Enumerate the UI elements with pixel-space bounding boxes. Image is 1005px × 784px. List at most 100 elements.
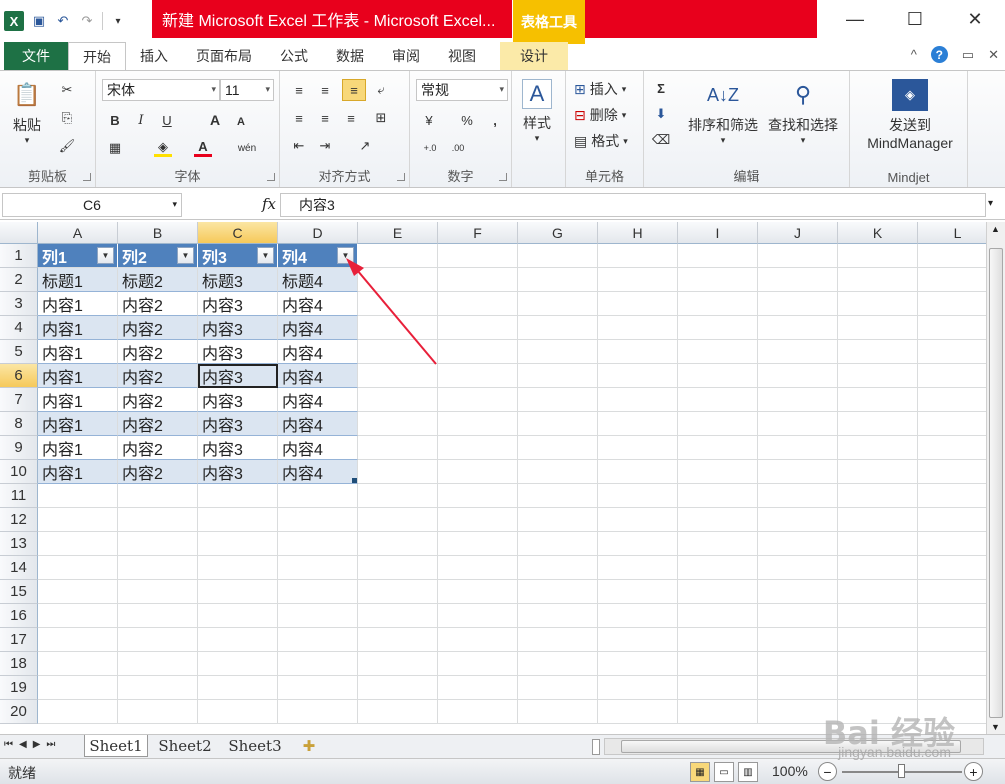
cell-j19[interactable]	[758, 676, 838, 700]
vertical-scroll-thumb[interactable]	[989, 248, 1003, 718]
cell-k4[interactable]	[838, 316, 918, 340]
cell-e19[interactable]	[358, 676, 438, 700]
underline-icon[interactable]: U	[158, 111, 176, 129]
cell-k7[interactable]	[838, 388, 918, 412]
align-left-icon[interactable]: ≡	[290, 109, 308, 127]
cell-j6[interactable]	[758, 364, 838, 388]
cell-d20[interactable]	[278, 700, 358, 724]
row-header-1[interactable]: 1	[0, 244, 38, 268]
column-header-k[interactable]: K	[838, 222, 918, 244]
cell-d12[interactable]	[278, 508, 358, 532]
tab-insert[interactable]: 插入	[126, 42, 182, 70]
cell-l14[interactable]	[918, 556, 986, 580]
cell-h10[interactable]	[598, 460, 678, 484]
cell-i7[interactable]	[678, 388, 758, 412]
cell-g6[interactable]	[518, 364, 598, 388]
cell-f5[interactable]	[438, 340, 518, 364]
format-cells-button[interactable]: ▤ 格式 ▾	[574, 131, 628, 151]
cell-i9[interactable]	[678, 436, 758, 460]
cell-b10[interactable]: 内容2	[118, 460, 198, 484]
cell-l9[interactable]	[918, 436, 986, 460]
cell-c16[interactable]	[198, 604, 278, 628]
cell-d11[interactable]	[278, 484, 358, 508]
autosum-icon[interactable]: Σ	[652, 79, 670, 97]
cell-h11[interactable]	[598, 484, 678, 508]
cell-c7[interactable]: 内容3	[198, 388, 278, 412]
row-header-12[interactable]: 12	[0, 508, 38, 532]
cell-f15[interactable]	[438, 580, 518, 604]
cell-i17[interactable]	[678, 628, 758, 652]
row-header-13[interactable]: 13	[0, 532, 38, 556]
cell-d16[interactable]	[278, 604, 358, 628]
cell-c11[interactable]	[198, 484, 278, 508]
normal-view-icon[interactable]: ▦	[690, 762, 710, 782]
cell-c14[interactable]	[198, 556, 278, 580]
cell-j14[interactable]	[758, 556, 838, 580]
cell-c10[interactable]: 内容3	[198, 460, 278, 484]
cell-j3[interactable]	[758, 292, 838, 316]
scroll-down-icon[interactable]: ▼	[991, 722, 1000, 732]
column-header-e[interactable]: E	[358, 222, 438, 244]
font-launcher-icon[interactable]	[267, 173, 275, 181]
restore-window-icon[interactable]: ▭	[962, 47, 974, 63]
cell-f13[interactable]	[438, 532, 518, 556]
close-icon[interactable]: ✕	[945, 0, 1005, 38]
cell-l19[interactable]	[918, 676, 986, 700]
cell-k2[interactable]	[838, 268, 918, 292]
column-header-a[interactable]: A	[38, 222, 118, 244]
phonetic-icon[interactable]: wén	[238, 139, 256, 157]
row-header-11[interactable]: 11	[0, 484, 38, 508]
row-header-10[interactable]: 10	[0, 460, 38, 484]
row-header-3[interactable]: 3	[0, 292, 38, 316]
cell-i14[interactable]	[678, 556, 758, 580]
cell-g20[interactable]	[518, 700, 598, 724]
cell-j15[interactable]	[758, 580, 838, 604]
cell-e12[interactable]	[358, 508, 438, 532]
cell-d3[interactable]: 内容4	[278, 292, 358, 316]
cell-a11[interactable]	[38, 484, 118, 508]
filter-dropdown-icon[interactable]: ▼	[257, 247, 274, 264]
cell-g12[interactable]	[518, 508, 598, 532]
cell-d9[interactable]: 内容4	[278, 436, 358, 460]
find-select-button[interactable]: ⚲ 查找和选择 ▾	[768, 79, 838, 146]
cell-i8[interactable]	[678, 412, 758, 436]
cell-h1[interactable]	[598, 244, 678, 268]
row-header-16[interactable]: 16	[0, 604, 38, 628]
column-header-c[interactable]: C	[198, 222, 278, 244]
cell-f7[interactable]	[438, 388, 518, 412]
cell-i12[interactable]	[678, 508, 758, 532]
cell-l1[interactable]	[918, 244, 986, 268]
row-header-19[interactable]: 19	[0, 676, 38, 700]
cell-a16[interactable]	[38, 604, 118, 628]
cell-b16[interactable]	[118, 604, 198, 628]
cell-j10[interactable]	[758, 460, 838, 484]
cell-k18[interactable]	[838, 652, 918, 676]
font-color-icon[interactable]: A	[194, 139, 212, 157]
cell-i13[interactable]	[678, 532, 758, 556]
cell-j11[interactable]	[758, 484, 838, 508]
fill-color-icon[interactable]: ◈	[154, 139, 172, 157]
cell-g3[interactable]	[518, 292, 598, 316]
cell-f14[interactable]	[438, 556, 518, 580]
customize-qat-icon[interactable]: ▾	[109, 12, 127, 30]
prev-sheet-icon[interactable]: ◀	[19, 739, 27, 750]
cell-i6[interactable]	[678, 364, 758, 388]
cell-f16[interactable]	[438, 604, 518, 628]
cell-g1[interactable]	[518, 244, 598, 268]
cell-d1[interactable]: 列4 ▼	[278, 244, 358, 268]
cell-b2[interactable]: 标题2	[118, 268, 198, 292]
percent-icon[interactable]: %	[458, 111, 476, 129]
cell-a4[interactable]: 内容1	[38, 316, 118, 340]
cell-f19[interactable]	[438, 676, 518, 700]
row-header-7[interactable]: 7	[0, 388, 38, 412]
cell-d5[interactable]: 内容4	[278, 340, 358, 364]
cell-c12[interactable]	[198, 508, 278, 532]
font-name-combo[interactable]: 宋体 ▾	[102, 79, 220, 101]
cell-e1[interactable]	[358, 244, 438, 268]
cell-c18[interactable]	[198, 652, 278, 676]
cell-l3[interactable]	[918, 292, 986, 316]
cell-j1[interactable]	[758, 244, 838, 268]
styles-button[interactable]: A 样式 ▾	[522, 79, 552, 144]
cell-g17[interactable]	[518, 628, 598, 652]
cell-f10[interactable]	[438, 460, 518, 484]
